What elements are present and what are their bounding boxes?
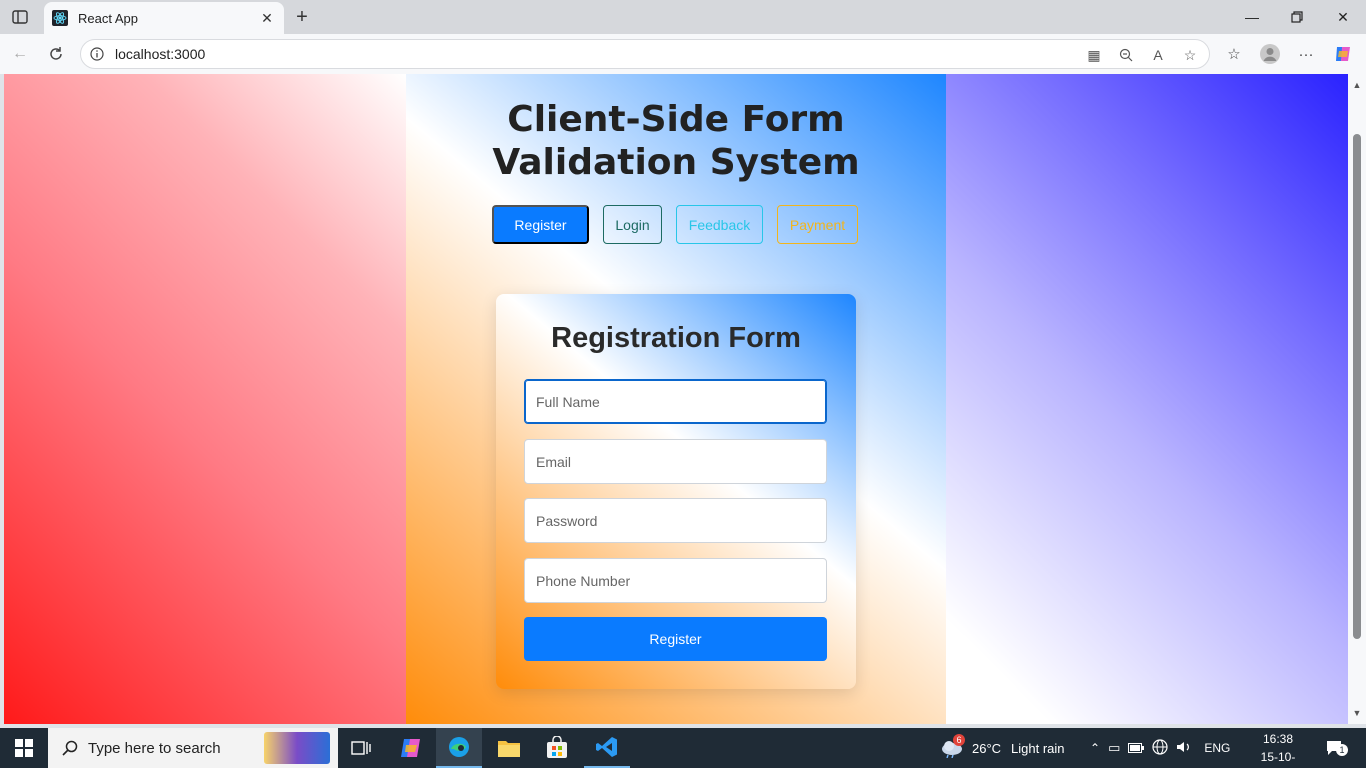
battery-icon[interactable] — [1128, 741, 1145, 756]
email-input[interactable] — [524, 439, 827, 484]
taskbar-search-box[interactable]: Type here to search — [48, 728, 338, 768]
language-indicator[interactable]: ENG — [1204, 741, 1230, 755]
minimize-icon[interactable]: — — [1237, 6, 1267, 28]
notification-count-badge: 1 — [1336, 744, 1348, 756]
scroll-up-arrow-icon[interactable]: ▲ — [1352, 80, 1362, 90]
clock-date: 15-10-2025 — [1260, 750, 1296, 764]
network-globe-icon[interactable] — [1152, 738, 1168, 758]
vscode-icon[interactable] — [584, 728, 630, 768]
refresh-icon[interactable] — [44, 43, 68, 65]
background-left-panel — [4, 74, 406, 724]
zoom-out-icon[interactable] — [1115, 44, 1137, 66]
favorites-icon[interactable]: ☆ — [1222, 43, 1246, 65]
tab-title: React App — [78, 10, 138, 26]
tab-actions-icon[interactable] — [8, 6, 32, 28]
page-viewport: Client-Side Form Validation System Regis… — [4, 74, 1348, 724]
app-available-icon[interactable]: ▦ — [1083, 44, 1105, 66]
meet-now-icon[interactable]: ▭ — [1108, 740, 1120, 756]
scroll-down-arrow-icon[interactable]: ▼ — [1352, 708, 1362, 718]
nav-register-button[interactable]: Register — [492, 205, 589, 244]
nav-login-button[interactable]: Login — [603, 205, 662, 244]
file-explorer-icon[interactable] — [486, 728, 532, 768]
nav-payment-button[interactable]: Payment — [777, 205, 858, 244]
task-view-icon[interactable] — [338, 728, 384, 768]
favorite-star-icon[interactable]: ☆ — [1179, 44, 1201, 66]
profile-avatar-icon[interactable] — [1258, 43, 1282, 65]
browser-tab-bar: React App ✕ + — ✕ — [0, 0, 1366, 34]
browser-toolbar: ← localhost:3000 ▦ A ☆ ☆ ··· — [0, 34, 1366, 74]
edge-browser-icon[interactable] — [436, 728, 482, 768]
taskbar-clock[interactable]: 16:38 15-10-2025 — [1250, 730, 1306, 768]
phone-number-input[interactable] — [524, 558, 827, 603]
windows-taskbar: Type here to search 6 26°C Light rain ⌃ … — [0, 728, 1366, 768]
site-info-icon[interactable] — [89, 46, 105, 62]
search-icon — [60, 738, 80, 758]
nav-feedback-button[interactable]: Feedback — [676, 205, 763, 244]
register-submit-button[interactable]: Register — [524, 617, 827, 661]
password-input[interactable] — [524, 498, 827, 543]
weather-temperature: 26°C — [972, 740, 1002, 756]
clock-time: 16:38 — [1262, 732, 1294, 746]
weather-widget[interactable]: 6 26°C Light rain — [940, 728, 1065, 768]
registration-form: Registration Form Register — [496, 294, 856, 689]
back-icon[interactable]: ← — [8, 43, 32, 65]
read-aloud-icon[interactable]: A — [1147, 44, 1169, 66]
close-window-icon[interactable]: ✕ — [1328, 6, 1358, 28]
react-icon — [52, 10, 68, 26]
notification-center-icon[interactable]: 1 — [1320, 736, 1350, 760]
address-bar[interactable]: localhost:3000 ▦ A ☆ — [80, 39, 1210, 69]
restore-icon[interactable] — [1282, 6, 1312, 28]
search-placeholder: Type here to search — [88, 739, 221, 757]
search-highlight-image — [264, 732, 330, 764]
microsoft-store-icon[interactable] — [534, 728, 580, 768]
page-scrollbar[interactable]: ▲ ▼ — [1348, 74, 1366, 724]
copilot-taskbar-icon[interactable] — [388, 728, 434, 768]
scroll-thumb[interactable] — [1353, 134, 1361, 639]
page-title: Client-Side Form Validation System — [492, 99, 860, 183]
show-hidden-icons-icon[interactable]: ⌃ — [1090, 741, 1100, 755]
form-title: Registration Form — [551, 322, 801, 354]
weather-description: Light rain — [1011, 740, 1065, 756]
rain-cloud-icon: 6 — [940, 734, 965, 759]
system-tray: ⌃ ▭ ENG — [1090, 728, 1230, 768]
browser-tab[interactable]: React App ✕ — [44, 2, 284, 34]
full-name-input[interactable] — [524, 379, 827, 424]
url-text: localhost:3000 — [115, 46, 206, 62]
copilot-icon[interactable] — [1331, 43, 1355, 65]
windows-start-icon[interactable] — [0, 728, 48, 768]
background-right-panel — [946, 74, 1348, 724]
more-menu-icon[interactable]: ··· — [1294, 43, 1318, 65]
form-navigation: Register Login Feedback Payment — [492, 205, 858, 244]
weather-badge: 6 — [953, 734, 965, 746]
new-tab-icon[interactable]: + — [290, 6, 314, 28]
close-tab-icon[interactable]: ✕ — [258, 9, 276, 27]
volume-icon[interactable] — [1176, 740, 1192, 757]
